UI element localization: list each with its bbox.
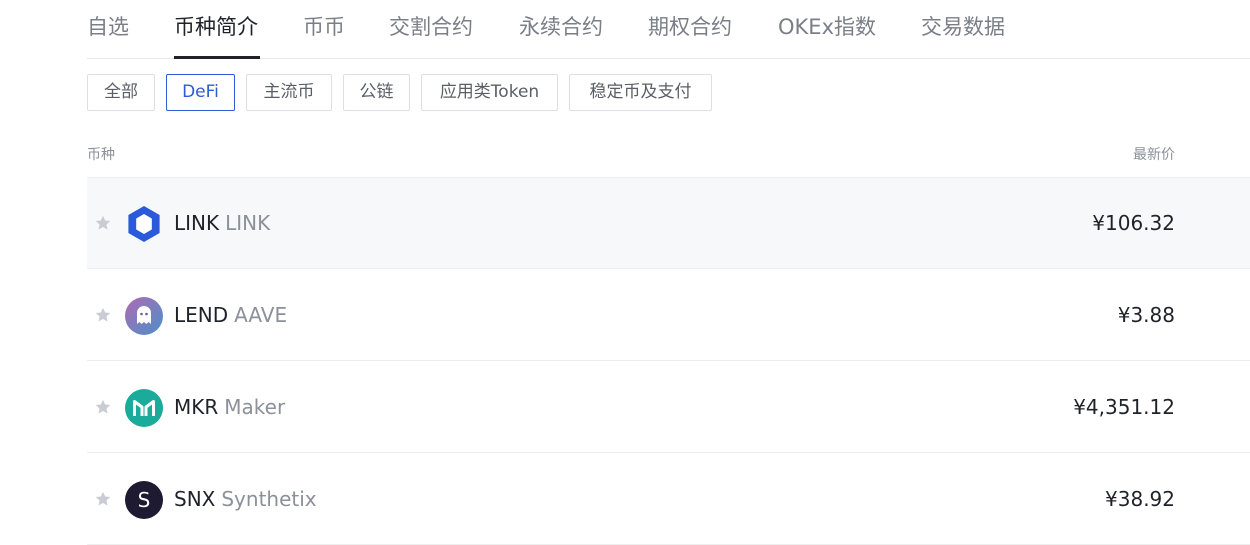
tab-watchlist[interactable]: 自选	[87, 12, 129, 42]
column-header-coin: 币种	[87, 147, 115, 163]
coin-price: ¥38.92	[1105, 487, 1175, 511]
coin-name: Maker	[224, 395, 286, 419]
coin-symbol-text: SNX	[174, 487, 216, 511]
coin-name: AAVE	[234, 303, 288, 327]
filter-public-chain[interactable]: 公链	[343, 74, 410, 111]
star-icon[interactable]	[94, 398, 112, 416]
star-icon[interactable]	[94, 214, 112, 232]
table-row[interactable]: S SNX Synthetix ¥38.92	[87, 454, 1250, 545]
filter-all[interactable]: 全部	[87, 74, 155, 111]
coin-name: LINK	[225, 211, 271, 235]
synthetix-icon: S	[125, 481, 163, 519]
coin-name: Synthetix	[221, 487, 317, 511]
coin-price: ¥3.88	[1117, 303, 1175, 327]
filter-mainstream[interactable]: 主流币	[246, 74, 332, 111]
market-tabs: 自选 币种简介 币币 交割合约 永续合约 期权合约 OKEx指数 交易数据	[87, 0, 1250, 59]
svg-text:S: S	[138, 488, 151, 512]
coin-symbol-text: MKR	[174, 395, 219, 419]
tab-okex-index[interactable]: OKEx指数	[778, 12, 876, 42]
maker-icon	[125, 389, 163, 427]
table-row[interactable]: MKR Maker ¥4,351.12	[87, 362, 1250, 453]
filter-defi[interactable]: DeFi	[166, 74, 235, 111]
coin-symbol: MKR Maker	[174, 394, 285, 420]
coin-symbol: LINK LINK	[174, 210, 270, 236]
table-row[interactable]: LINK LINK ¥106.32	[87, 178, 1250, 269]
tab-trading-data[interactable]: 交易数据	[921, 12, 1005, 42]
filter-stablecoin-payment[interactable]: 稳定币及支付	[569, 74, 712, 111]
table-row[interactable]: LEND AAVE ¥3.88	[87, 270, 1250, 361]
tab-perpetual[interactable]: 永续合约	[519, 12, 603, 42]
coin-symbol: LEND AAVE	[174, 302, 287, 328]
star-icon[interactable]	[94, 490, 112, 508]
coin-price: ¥106.32	[1092, 211, 1175, 235]
tab-options[interactable]: 期权合约	[648, 12, 732, 42]
coin-symbol-text: LEND	[174, 303, 229, 327]
market-page: 自选 币种简介 币币 交割合约 永续合约 期权合约 OKEx指数 交易数据 全部…	[87, 0, 1250, 545]
aave-ghost-icon	[125, 297, 163, 335]
active-tab-indicator	[174, 56, 260, 59]
coin-symbol: SNX Synthetix	[174, 486, 317, 512]
coin-price: ¥4,351.12	[1073, 395, 1175, 419]
tab-spot[interactable]: 币币	[303, 12, 345, 42]
tab-coin-intro[interactable]: 币种简介	[174, 12, 258, 42]
tab-futures[interactable]: 交割合约	[389, 12, 473, 42]
star-icon[interactable]	[94, 306, 112, 324]
coin-symbol-text: LINK	[174, 211, 220, 235]
column-header-price[interactable]: 最新价	[1133, 144, 1175, 164]
chainlink-icon	[128, 206, 160, 242]
filter-app-token[interactable]: 应用类Token	[421, 74, 558, 111]
